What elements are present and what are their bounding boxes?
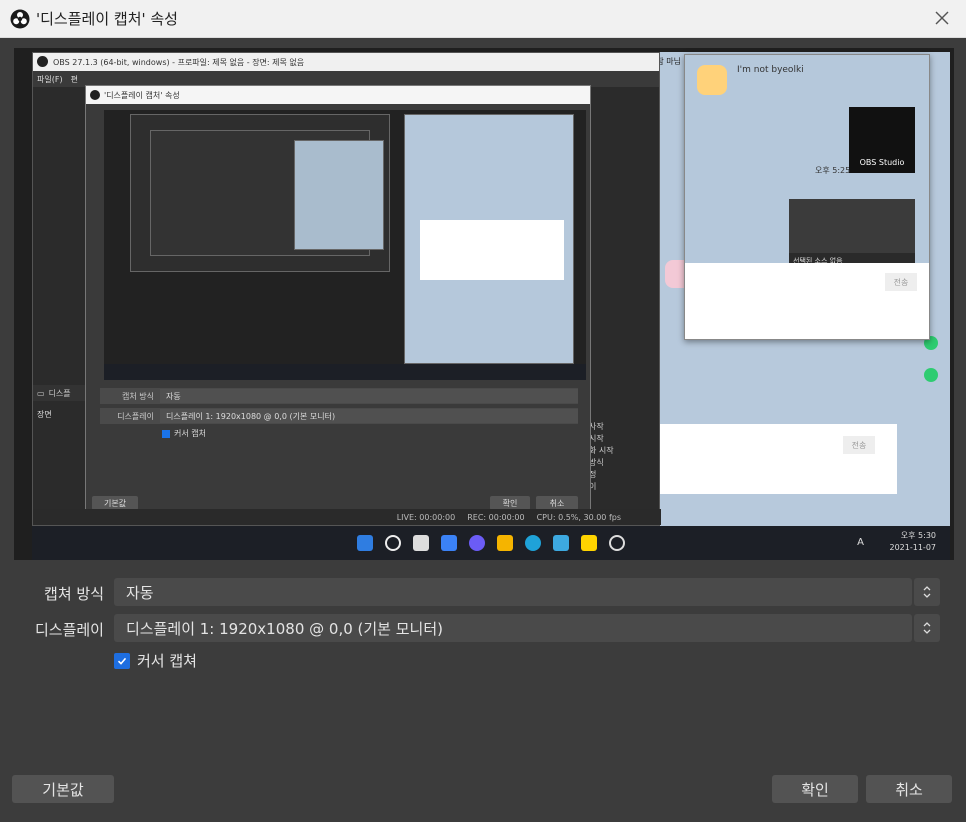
preview-inner-preview bbox=[104, 110, 586, 380]
preview-inner-cursor-label: 커서 캡처 bbox=[174, 429, 206, 438]
preview-scene-tab: ▭ 디스플 bbox=[33, 385, 85, 401]
preview-inner-capture-value: 자동 bbox=[160, 389, 578, 403]
updown-chevron-icon bbox=[923, 622, 931, 634]
preview-tray-date: 2021-11-07 bbox=[889, 543, 937, 552]
capture-method-row: 캡쳐 방식 자동 bbox=[0, 578, 966, 606]
preview-inner-ok-button: 확인 bbox=[490, 496, 530, 510]
checkmark-icon bbox=[117, 657, 127, 665]
preview-start-icon bbox=[357, 535, 373, 551]
defaults-button[interactable]: 기본값 bbox=[12, 775, 114, 803]
preview-search-icon bbox=[385, 535, 401, 551]
preview-obs-title: OBS 27.1.3 (64-bit, windows) - 프로파일: 제목 … bbox=[53, 57, 305, 67]
preview-tray-clock: 오후 5:30 2021-11-07 bbox=[890, 530, 937, 554]
display-row: 디스플레이 디스플레이 1: 1920x1080 @ 0,0 (기본 모니터) bbox=[0, 614, 966, 642]
updown-chevron-icon bbox=[923, 586, 931, 598]
preview-app-icon bbox=[553, 535, 569, 551]
preview-chat-card: 선택된 소스 없음 bbox=[789, 199, 915, 269]
preview-side-list: 사작 시작 화 시작 방식 정 이 bbox=[589, 421, 659, 493]
preview-inner-logo-icon bbox=[90, 90, 100, 100]
capture-preview: 사람 마님 전송 OBS 27.1.3 (64-bit, windows) - … bbox=[14, 48, 954, 560]
preview-inner-dialog-titlebar: '디스플레이 캡처' 속성 bbox=[86, 86, 590, 104]
preview-kakaotalk-icon bbox=[581, 535, 597, 551]
cursor-capture-checkbox[interactable] bbox=[114, 652, 130, 669]
preview-taskbar: A 오후 5:30 2021-11-07 bbox=[32, 526, 950, 560]
preview-obs-logo-icon bbox=[37, 56, 48, 67]
preview-inner-cursor-check: 커서 캡처 bbox=[162, 428, 206, 439]
preview-chat-header: I'm not byeolki bbox=[685, 55, 929, 97]
preview-edge-icon bbox=[525, 535, 541, 551]
preview-inner-display-label: 디스플레이 bbox=[117, 411, 154, 421]
preview-inner-display-row: 디스플레이 디스플레이 1: 1920x1080 @ 0,0 (기본 모니터) bbox=[100, 408, 578, 424]
preview-widgets-icon bbox=[441, 535, 457, 551]
close-icon[interactable] bbox=[932, 8, 952, 28]
preview-status-live: LIVE: 00:00:00 bbox=[396, 512, 456, 522]
preview-obs-window: OBS 27.1.3 (64-bit, windows) - 프로파일: 제목 … bbox=[32, 52, 661, 526]
display-spin[interactable] bbox=[914, 614, 940, 642]
cursor-capture-row[interactable]: 커서 캡쳐 bbox=[114, 650, 197, 671]
cancel-button[interactable]: 취소 bbox=[866, 775, 952, 803]
preview-obs-statusbar: LIVE: 00:00:00 REC: 00:00:00 CPU: 0.5%, … bbox=[33, 509, 661, 525]
preview-explorer-icon bbox=[497, 535, 513, 551]
preview-taskview-icon bbox=[413, 535, 429, 551]
preview-side-text: 정 bbox=[589, 470, 597, 479]
capture-method-label: 캡쳐 방식 bbox=[44, 585, 104, 603]
display-label: 디스플레이 bbox=[34, 621, 104, 639]
preview-inner-display-value: 디스플레이 1: 1920x1080 @ 0,0 (기본 모니터) bbox=[160, 409, 578, 423]
preview-scene-tab-label: 디스플 bbox=[48, 388, 71, 398]
preview-side-text: 사작 bbox=[589, 422, 604, 431]
preview-chat-back-input: 전송 bbox=[645, 424, 897, 494]
preview-side-text: 방식 bbox=[589, 458, 604, 467]
obs-logo-icon bbox=[10, 9, 30, 28]
preview-inner-capture-row: 캡처 방식 자동 bbox=[100, 388, 578, 404]
preview-chat-time: 오후 5:25 bbox=[815, 166, 851, 175]
display-select[interactable]: 디스플레이 1: 1920x1080 @ 0,0 (기본 모니터) bbox=[114, 614, 912, 642]
preview-obs-titlebar: OBS 27.1.3 (64-bit, windows) - 프로파일: 제목 … bbox=[33, 53, 659, 71]
preview-status-rec: REC: 00:00:00 bbox=[467, 512, 525, 522]
preview-chat-back-send: 전송 bbox=[843, 436, 875, 454]
preview-obs-taskbar-icon bbox=[609, 535, 625, 551]
preview-side-text: 시작 bbox=[589, 434, 604, 443]
preview-green-dot-2 bbox=[924, 368, 938, 382]
preview-chat-input: 전송 bbox=[685, 263, 929, 339]
window-title: '디스플레이 캡처' 속성 bbox=[36, 10, 178, 28]
preview-nested-chat-input bbox=[420, 220, 564, 280]
preview-chat-obs-label: OBS Studio bbox=[859, 158, 905, 167]
capture-method-spin[interactable] bbox=[914, 578, 940, 606]
preview-chat-send: 전송 bbox=[885, 273, 917, 291]
preview-inner-checkbox bbox=[162, 429, 170, 438]
preview-inner-dialog-title: '디스플레이 캡처' 속성 bbox=[104, 90, 180, 100]
ok-button[interactable]: 확인 bbox=[772, 775, 858, 803]
cursor-capture-label: 커서 캡쳐 bbox=[137, 652, 197, 670]
preview-nested-taskbar bbox=[104, 364, 586, 380]
window-titlebar: '디스플레이 캡처' 속성 bbox=[0, 0, 966, 38]
preview-status-cpu: CPU: 0.5%, 30.00 fps bbox=[536, 512, 621, 522]
preview-side-text: 화 시작 bbox=[589, 446, 614, 455]
preview-chat-window-front: I'm not byeolki OBS Studio 오후 5:25 선택된 소… bbox=[684, 54, 930, 340]
preview-inner-dialog: '디스플레이 캡처' 속성 캡처 방식 자동 디스플레이 디스플레이 1: 19… bbox=[85, 85, 591, 515]
preview-inner-defaults-button: 기본값 bbox=[92, 496, 138, 510]
preview-chat-icon bbox=[469, 535, 485, 551]
preview-chat-obs-image: OBS Studio bbox=[849, 107, 915, 173]
preview-side-text: 이 bbox=[589, 482, 597, 491]
preview-tray-time: 오후 5:30 bbox=[900, 531, 936, 540]
preview-menu-edit: 편 bbox=[70, 74, 78, 84]
preview-chat-avatar bbox=[697, 65, 727, 95]
preview-inner-cancel-button: 취소 bbox=[536, 496, 578, 510]
preview-menu-file: 파일(F) bbox=[37, 74, 63, 84]
preview-chat-name: I'm not byeolki bbox=[737, 65, 804, 75]
preview-tray-icons: A bbox=[857, 537, 870, 548]
capture-method-select[interactable]: 자동 bbox=[114, 578, 912, 606]
preview-inner-capture-label: 캡처 방식 bbox=[122, 391, 154, 401]
preview-nested-chat bbox=[294, 140, 384, 250]
preview-scene-header: 장면 bbox=[37, 410, 52, 419]
preview-tray-ime: A bbox=[857, 537, 870, 548]
